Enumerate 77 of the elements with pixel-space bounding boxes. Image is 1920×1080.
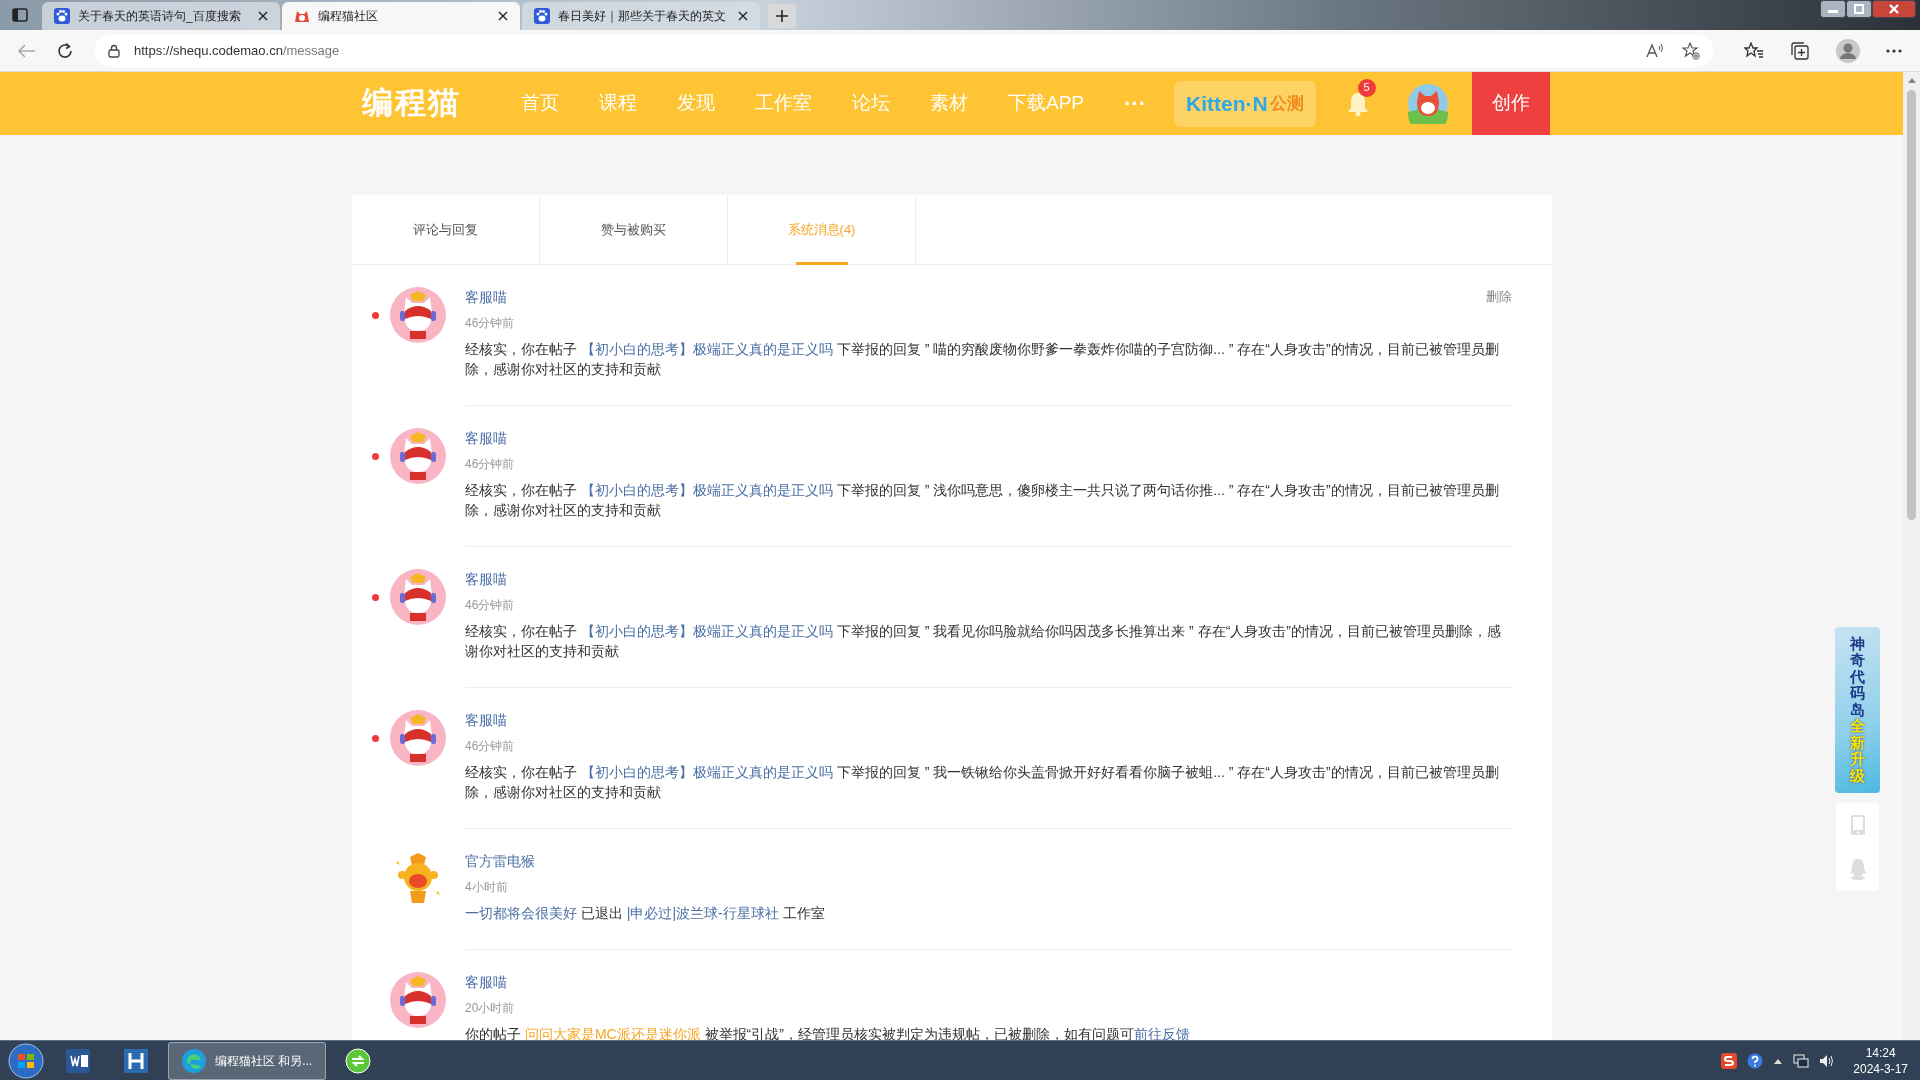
maximize-icon[interactable]: [1846, 0, 1872, 18]
user-avatar[interactable]: [1407, 83, 1448, 124]
sender-name[interactable]: 客服喵: [465, 972, 507, 992]
app-icon: [344, 1046, 372, 1075]
close-icon[interactable]: [258, 11, 268, 21]
close-icon[interactable]: [738, 11, 748, 21]
tab-title: 编程猫社区: [318, 8, 379, 25]
sender-name[interactable]: 客服喵: [465, 569, 507, 589]
clock-date[interactable]: 2024-3-17: [1853, 1060, 1908, 1077]
avatar-icon: [390, 569, 446, 625]
avatar-icon: [390, 428, 446, 484]
add-favorite-icon[interactable]: [1682, 41, 1700, 60]
sender-name[interactable]: 官方雷电猴: [465, 851, 535, 871]
post-link[interactable]: 【初小白的思考】极端正义真的是正义吗: [580, 341, 833, 357]
app-icon: [122, 1046, 150, 1075]
volume-icon[interactable]: [1819, 1053, 1836, 1068]
post-link[interactable]: 【初小白的思考】极端正义真的是正义吗: [580, 482, 833, 498]
message-text: 经核实，你在帖子 【初小白的思考】极端正义真的是正义吗 下举报的回复 ” 我看见你吗脸就给你吗因茂多长推算出来 ” 存在“人身攻击”的情况，目前已被管理员删除，感谢你对社区的支持和贡献: [465, 622, 1502, 661]
message-text: 经核实，你在帖子 【初小白的思考】极端正义真的是正义吗 下举报的回复 ” 我一铁锹给你头盖骨掀开好好看看你脑子被蛆... ” 存在“人身攻击”的情况，目前已被管理员删除，感谢你对社区的支持和贡献: [465, 763, 1500, 802]
promo-banner[interactable]: 神奇代码岛 全新升级: [1835, 627, 1880, 793]
browser-icon: [181, 1047, 207, 1074]
message-tab[interactable]: 评论与回复: [352, 195, 540, 265]
sender-name[interactable]: 客服喵: [465, 287, 507, 307]
paw-icon: [54, 8, 70, 24]
message-time: 46分钟前: [465, 738, 515, 755]
cat-icon: [294, 9, 310, 23]
bell-icon[interactable]: [1345, 90, 1370, 117]
post-link[interactable]: 一切都将会很美好: [465, 905, 577, 921]
url-text: https://shequ.codemao.cn/message: [134, 41, 341, 60]
message-time: 4小时前: [465, 879, 508, 896]
message-time: 46分钟前: [465, 456, 515, 473]
message-text: 一切都将会很美好 已退出 |申必过|波兰球-行星球社 工作室: [465, 904, 826, 923]
input-method-icon[interactable]: [1721, 1052, 1738, 1069]
collections-icon[interactable]: [1790, 41, 1810, 60]
post-link[interactable]: 【初小白的思考】极端正义真的是正义吗: [580, 623, 833, 639]
sender-name[interactable]: 客服喵: [465, 710, 507, 730]
message-time: 46分钟前: [465, 597, 515, 614]
message-time: 20小时前: [465, 1000, 515, 1017]
close-icon[interactable]: [1872, 0, 1916, 18]
reload-icon[interactable]: [56, 41, 74, 60]
read-aloud-icon[interactable]: [1646, 42, 1664, 59]
help-icon[interactable]: [1747, 1052, 1764, 1069]
message-text: 经核实，你在帖子 【初小白的思考】极端正义真的是正义吗 下举报的回复 ” 浅你吗意思，傻卵楼主一共只说了两句话你推... ” 存在“人身攻击”的情况，目前已被管理员删除，感谢你对社区的支持和贡献: [465, 481, 1500, 520]
new-tab-button[interactable]: [768, 4, 796, 28]
message-tab[interactable]: 赞与被购买: [540, 195, 728, 265]
profile-icon[interactable]: [1836, 38, 1860, 63]
message-text: 经核实，你在帖子 【初小白的思考】极端正义真的是正义吗 下举报的回复 ” 喵的穷酸废物你野爹一拳轰炸你喵的子宫防御... ” 存在“人身攻击”的情况，目前已被管理员删除，感谢你对社区的支持和贡献: [465, 340, 1500, 379]
tab-title: 关于春天的英语诗句_百度搜索: [78, 8, 242, 25]
address-field[interactable]: https://shequ.codemao.cn/message: [94, 34, 1714, 67]
message-time: 46分钟前: [465, 315, 515, 332]
tab-actions-icon[interactable]: [12, 8, 28, 22]
avatar-icon: [390, 287, 446, 343]
taskbar-button[interactable]: 编程猫社区 和另...: [168, 1041, 326, 1080]
create-button[interactable]: 创作: [1471, 72, 1550, 135]
browser-tab[interactable]: 春日美好｜那些关于春天的英文: [522, 2, 760, 30]
plus-icon: [775, 9, 789, 23]
start-button[interactable]: [6, 1040, 46, 1080]
close-icon[interactable]: [498, 11, 508, 21]
app-icon: [64, 1046, 92, 1075]
avatar-icon: [390, 972, 446, 1028]
notification-count: 5: [1357, 78, 1376, 97]
tab-title: 春日美好｜那些关于春天的英文: [558, 8, 727, 25]
browser-tab[interactable]: 关于春天的英语诗句_百度搜索: [42, 2, 280, 30]
network-icon[interactable]: [1793, 1053, 1810, 1068]
paw-icon: [534, 8, 550, 24]
clock-time[interactable]: 14:24: [1865, 1044, 1896, 1061]
avatar-icon: [390, 710, 446, 766]
browser-tab[interactable]: 编程猫社区: [282, 2, 520, 30]
lock-icon[interactable]: [108, 43, 120, 58]
more-icon[interactable]: [1886, 48, 1902, 53]
scrollbar-thumb[interactable]: [1907, 90, 1916, 520]
post-link[interactable]: |申必过|波兰球-行星球社: [626, 905, 779, 921]
favorites-icon[interactable]: [1744, 41, 1764, 60]
minimize-icon[interactable]: [1820, 0, 1846, 18]
post-link[interactable]: 【初小白的思考】极端正义真的是正义吗: [580, 764, 833, 780]
sender-name[interactable]: 客服喵: [465, 428, 507, 448]
delete-link[interactable]: 删除: [1486, 287, 1512, 307]
